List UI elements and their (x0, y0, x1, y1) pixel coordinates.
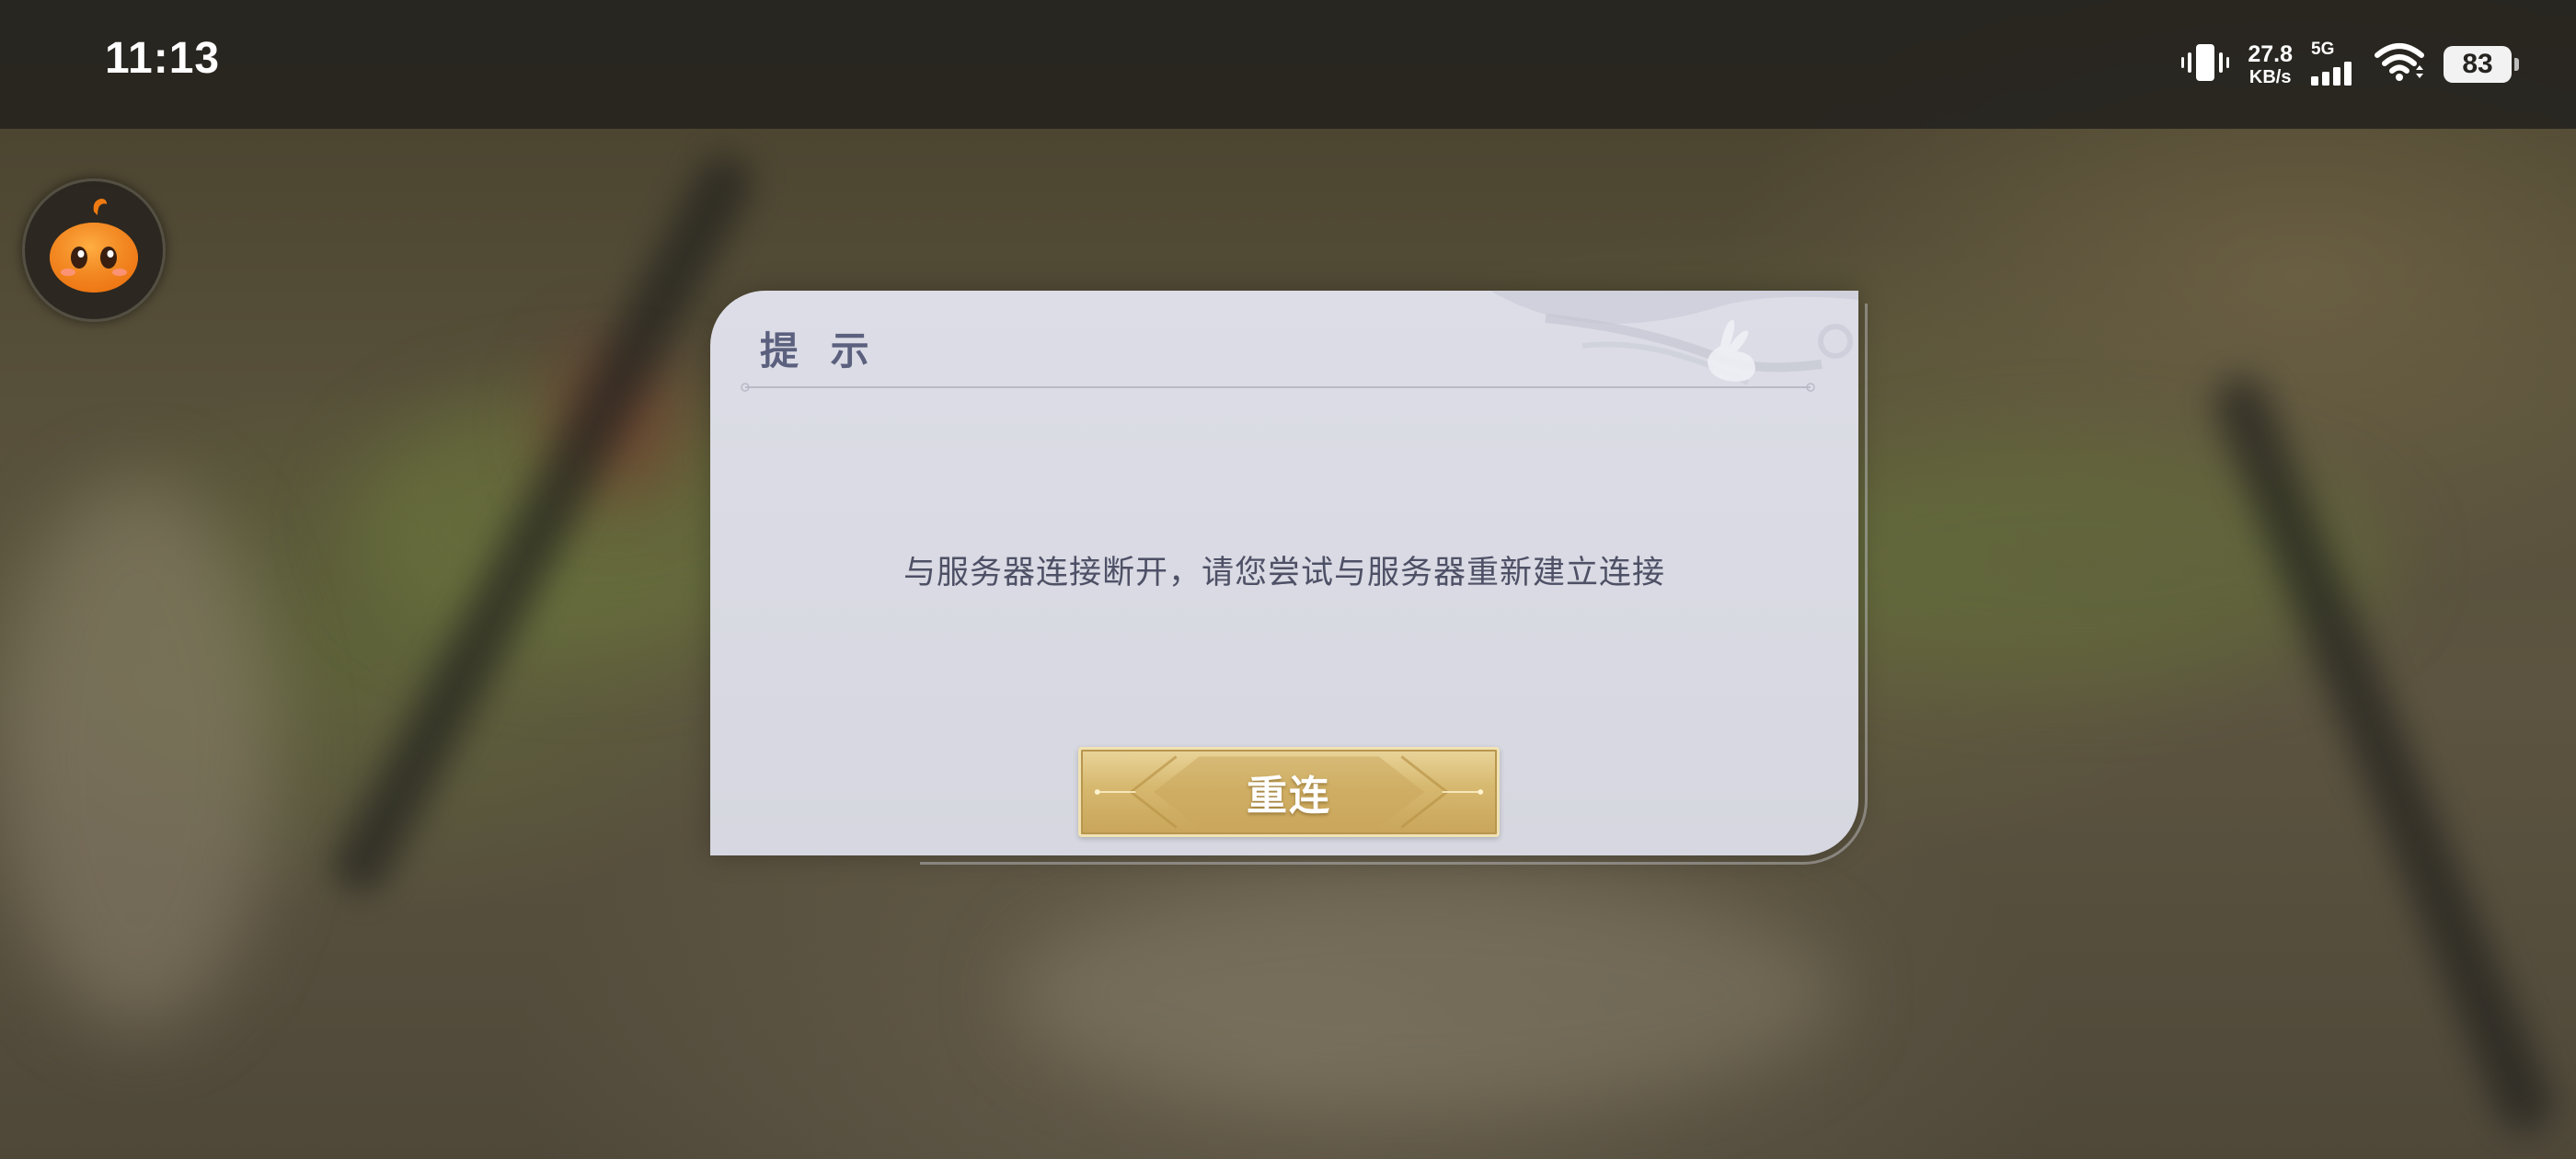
dialog-title: 提 示 (760, 328, 879, 373)
pumpkin-mascot-icon (42, 197, 145, 304)
battery-level: 83 (2462, 49, 2493, 79)
network-speed-unit: KB/s (2248, 66, 2292, 87)
wifi-icon (2374, 42, 2425, 86)
title-divider (741, 383, 1815, 392)
reconnect-button-label: 重连 (1247, 773, 1331, 820)
status-bar: 11:13 27.8 KB/s 5G 83 (0, 0, 2576, 129)
battery-icon: 83 (2444, 46, 2519, 83)
status-icons: 27.8 KB/s 5G 83 (2181, 37, 2519, 92)
dialog-message: 与服务器连接断开，请您尝试与服务器重新建立连接 (903, 555, 1665, 591)
cellular-signal: 5G (2311, 40, 2355, 89)
network-type-label: 5G (2311, 40, 2335, 59)
network-speed: 27.8 KB/s (2248, 40, 2293, 87)
status-clock: 11:13 (105, 34, 221, 83)
disconnect-dialog: 提 示 与服务器连接断开，请您尝试与服务器重新建立连接 重连 (710, 291, 1858, 855)
signal-icon (2311, 62, 2355, 89)
floating-assistant-button[interactable] (22, 178, 166, 322)
network-speed-value: 27.8 (2248, 40, 2293, 67)
vibrate-icon (2181, 41, 2230, 87)
reconnect-button[interactable]: 重连 (1078, 747, 1500, 837)
